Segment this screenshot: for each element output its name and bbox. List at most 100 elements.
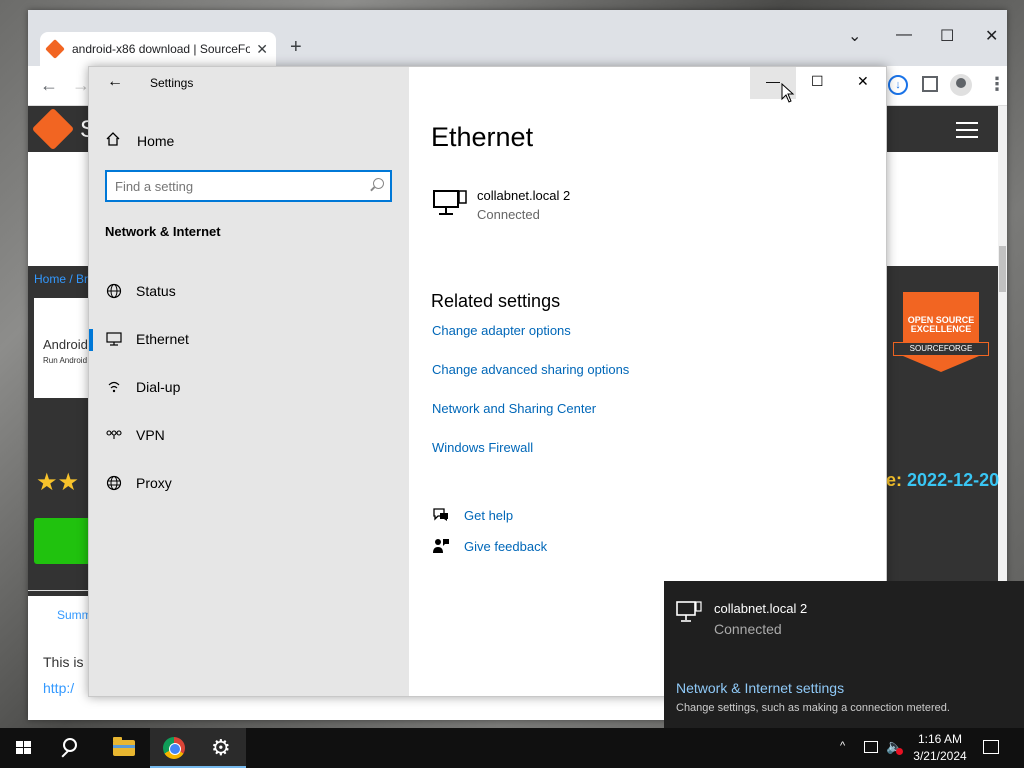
new-tab-button[interactable]: + <box>290 36 302 59</box>
network-status: Connected <box>477 207 540 222</box>
get-help-link[interactable]: Get help <box>464 508 513 523</box>
get-help-row[interactable]: Get help <box>432 506 513 524</box>
clock-date[interactable]: 3/21/2024 <box>910 749 970 763</box>
browser-menu-icon[interactable]: ⋮ <box>988 74 1006 95</box>
give-feedback-link[interactable]: Give feedback <box>464 539 547 554</box>
back-button[interactable]: ← <box>107 73 123 91</box>
settings-maximize-button[interactable]: ☐ <box>811 73 824 90</box>
sidebar-vpn-label: VPN <box>136 427 165 443</box>
sidebar-dialup-label: Dial-up <box>136 379 181 395</box>
sidebar-proxy-label: Proxy <box>136 475 172 491</box>
settings-minimize-button[interactable]: — <box>766 73 780 89</box>
selected-indicator <box>89 329 93 351</box>
flyout-network-status: Connected <box>714 621 782 637</box>
network-flyout: collabnet.local 2 Connected Network & In… <box>664 581 1024 728</box>
taskbar-settings[interactable]: ⚙ <box>198 728 246 768</box>
back-arrow-icon[interactable]: ← <box>40 75 58 96</box>
vpn-icon <box>105 426 123 444</box>
browser-tab-bar: android-x86 download | SourceForge ✕ + ⌄… <box>28 10 1007 66</box>
windows-firewall-link[interactable]: Windows Firewall <box>432 440 533 455</box>
download-button[interactable] <box>34 518 94 564</box>
settings-search-box[interactable] <box>105 170 392 202</box>
sourceforge-favicon-icon <box>45 39 65 59</box>
project-card: Android Run Android <box>34 298 94 398</box>
globe-status-icon <box>105 282 123 300</box>
start-button[interactable] <box>0 728 48 768</box>
page-title: Ethernet <box>431 122 534 152</box>
section-title: Network & Internet <box>105 224 221 239</box>
taskbar-file-explorer[interactable] <box>100 728 148 768</box>
last-update-date: 2022-12-20 <box>907 470 1000 490</box>
proxy-globe-icon <box>105 474 123 492</box>
related-settings-title: Related settings <box>431 291 561 311</box>
project-card-subtitle: Run Android <box>43 356 88 365</box>
feedback-icon <box>432 537 450 555</box>
tray-network-icon[interactable] <box>864 741 878 753</box>
flyout-network-name[interactable]: collabnet.local 2 <box>714 601 807 616</box>
network-internet-settings-link[interactable]: Network & Internet settings <box>676 680 844 696</box>
ethernet-icon <box>105 330 123 348</box>
last-update-label: e: <box>886 470 903 490</box>
sidebar-item-home[interactable]: Home <box>105 131 174 151</box>
change-advanced-sharing-link[interactable]: Change advanced sharing options <box>432 362 629 377</box>
browser-minimize-button[interactable]: — <box>896 26 912 44</box>
browser-close-button[interactable]: ✕ <box>985 26 998 46</box>
side-panel-icon[interactable] <box>922 76 938 92</box>
windows-logo-icon <box>16 741 32 755</box>
taskbar-search-icon <box>63 738 77 752</box>
taskbar: ⚙ ^ 🔈 1:16 AM 3/21/2024 <box>0 728 1024 768</box>
tray-overflow-chevron-icon[interactable]: ^ <box>840 740 845 752</box>
give-feedback-row[interactable]: Give feedback <box>432 537 547 555</box>
search-icon[interactable] <box>373 178 384 189</box>
open-source-excellence-badge: OPEN SOURCE EXCELLENCE SOURCEFORGE <box>893 292 989 374</box>
home-icon <box>105 131 123 152</box>
profile-avatar-icon[interactable] <box>950 74 972 96</box>
get-help-icon <box>432 506 450 524</box>
sourceforge-logo-icon[interactable] <box>31 107 75 151</box>
sidebar-ethernet-label: Ethernet <box>136 331 189 347</box>
badge-ribbon: SOURCEFORGE <box>893 342 989 356</box>
tab-title: android-x86 download | SourceForge <box>72 42 251 56</box>
scrollbar-thumb[interactable] <box>999 246 1006 292</box>
dialup-icon <box>105 378 123 396</box>
flyout-ethernet-icon <box>676 601 702 622</box>
badge-line-2: EXCELLENCE <box>910 324 972 334</box>
browser-maximize-button[interactable]: ☐ <box>940 26 954 46</box>
rating-stars: ★★ <box>36 469 80 496</box>
settings-window-title: Settings <box>150 76 194 90</box>
sidebar-item-proxy[interactable]: Proxy <box>105 472 405 494</box>
flyout-settings-description: Change settings, such as making a connec… <box>676 702 950 714</box>
description-link[interactable]: http:/ <box>43 680 74 696</box>
tray-mute-badge-icon <box>896 748 903 755</box>
action-center-icon[interactable] <box>983 740 999 754</box>
sidebar-item-status[interactable]: Status <box>105 280 405 302</box>
description-text: This is <box>43 654 84 670</box>
tab-close-icon[interactable]: ✕ <box>256 41 268 58</box>
taskbar-chrome[interactable] <box>150 728 198 768</box>
sidebar-item-dialup[interactable]: Dial-up <box>105 376 405 398</box>
ethernet-network-icon[interactable] <box>433 189 467 217</box>
sidebar-item-vpn[interactable]: VPN <box>105 424 405 446</box>
breadcrumb[interactable]: Home / Br <box>34 272 88 286</box>
taskbar-search-button[interactable] <box>48 728 96 768</box>
settings-sidebar: ← Settings Home Network & Internet Statu… <box>89 67 409 696</box>
settings-search-input[interactable] <box>115 177 365 195</box>
gear-icon: ⚙ <box>211 735 231 760</box>
last-update: e: 2022-12-20 <box>886 470 999 491</box>
change-adapter-options-link[interactable]: Change adapter options <box>432 323 571 338</box>
chrome-icon <box>163 737 185 759</box>
sidebar-home-label: Home <box>137 133 175 149</box>
clock-time[interactable]: 1:16 AM <box>910 732 970 746</box>
project-card-title: Android <box>43 337 88 352</box>
tab-summary[interactable]: Summ <box>57 608 92 622</box>
network-sharing-center-link[interactable]: Network and Sharing Center <box>432 401 596 416</box>
sidebar-item-ethernet[interactable]: Ethernet <box>105 328 405 350</box>
download-icon[interactable]: ↓ <box>888 75 908 95</box>
browser-tab[interactable]: android-x86 download | SourceForge ✕ <box>40 32 276 66</box>
network-name[interactable]: collabnet.local 2 <box>477 188 570 203</box>
sidebar-status-label: Status <box>136 283 176 299</box>
folder-icon <box>113 737 135 756</box>
settings-close-button[interactable]: ✕ <box>857 73 869 90</box>
tab-search-icon[interactable]: ⌄ <box>848 26 861 46</box>
hamburger-menu-icon[interactable] <box>956 122 978 138</box>
